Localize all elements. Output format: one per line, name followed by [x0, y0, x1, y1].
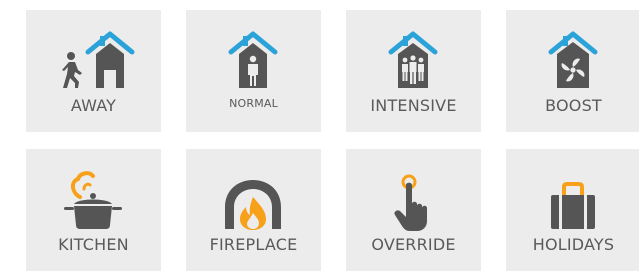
- cooking-pot-icon: [26, 149, 161, 239]
- mode-label: FIREPLACE: [209, 235, 298, 254]
- walking-person-house-icon: [26, 10, 161, 100]
- mode-tile-fireplace[interactable]: FIREPLACE: [186, 149, 321, 271]
- mode-tile-holidays[interactable]: HOLIDAYS: [506, 149, 639, 271]
- fireplace-flame-icon: [186, 149, 321, 239]
- suitcase-icon: [506, 149, 639, 239]
- mode-tile-kitchen[interactable]: KITCHEN: [26, 149, 161, 271]
- mode-label: NORMAL: [229, 97, 278, 110]
- fan-house-icon: [506, 10, 639, 100]
- mode-label: KITCHEN: [58, 235, 129, 254]
- pointing-hand-icon: [346, 149, 481, 239]
- mode-tile-override[interactable]: OVERRIDE: [346, 149, 481, 271]
- mode-label: AWAY: [70, 96, 117, 115]
- mode-tile-boost[interactable]: BOOST: [506, 10, 639, 132]
- mode-tile-away[interactable]: AWAY: [26, 10, 161, 132]
- mode-label: OVERRIDE: [371, 235, 456, 254]
- mode-label: INTENSIVE: [370, 96, 457, 115]
- group-house-icon: [346, 10, 481, 100]
- mode-tile-intensive[interactable]: INTENSIVE: [346, 10, 481, 132]
- person-house-icon: [186, 10, 321, 100]
- mode-label: HOLIDAYS: [532, 235, 615, 254]
- mode-tile-normal[interactable]: NORMAL: [186, 10, 321, 132]
- ventilation-mode-grid: AWAY NORMAL INTENSIVE BOOST KITCHEN FIRE…: [0, 0, 639, 279]
- mode-label: BOOST: [545, 96, 602, 115]
